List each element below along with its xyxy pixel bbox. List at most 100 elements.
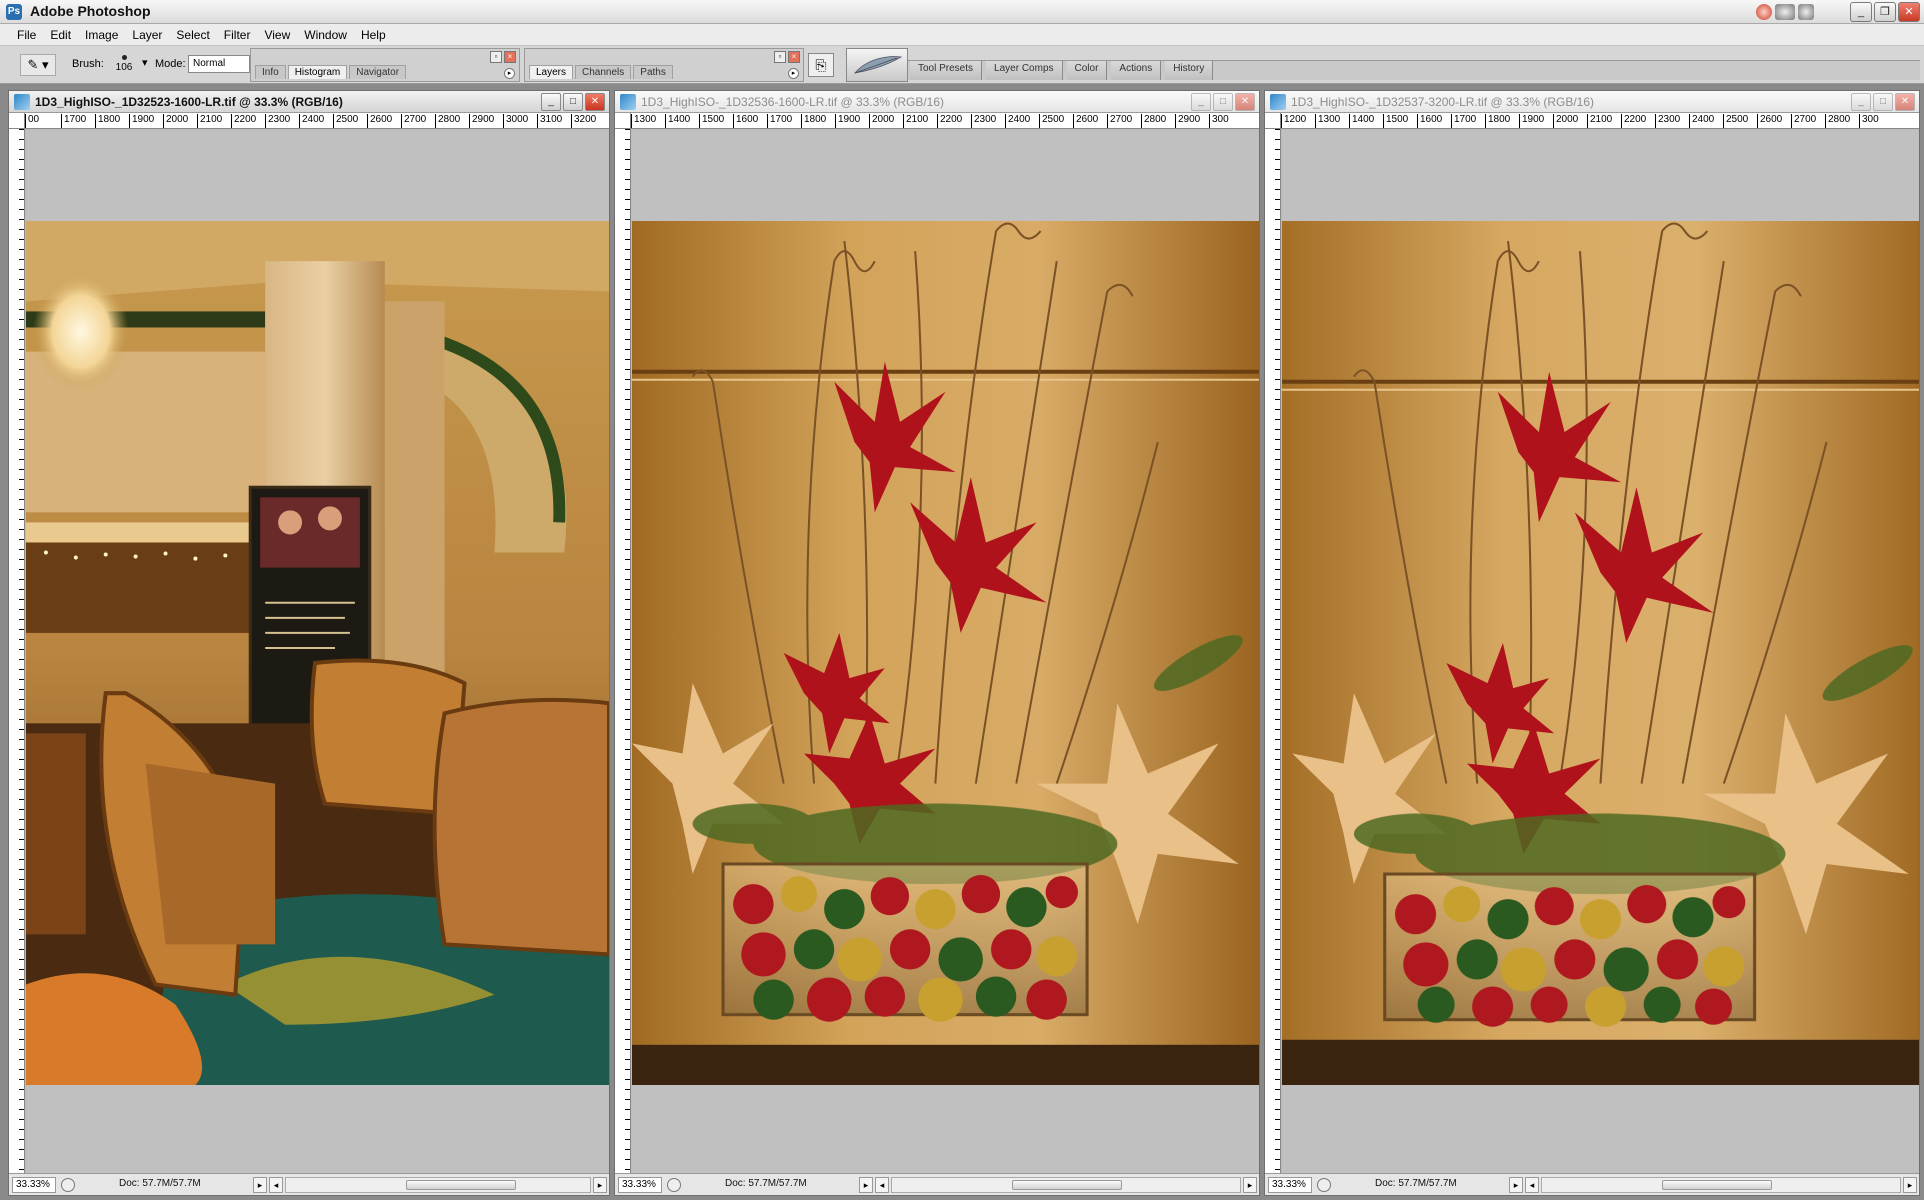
palette-menu-icon[interactable]: ▸ xyxy=(788,68,799,79)
palette-menu-icon[interactable]: ▸ xyxy=(504,68,515,79)
scroll-left-arrow[interactable]: ◂ xyxy=(269,1177,283,1193)
scrollbar-thumb[interactable] xyxy=(406,1180,516,1190)
zoom-field[interactable]: 33.33% xyxy=(12,1177,56,1193)
brush-dropdown-icon[interactable]: ▾ xyxy=(142,56,148,69)
window-controls: _ ❐ ✕ xyxy=(1850,2,1920,22)
menu-image[interactable]: Image xyxy=(78,28,125,42)
palette-well-info: ▫ × Info Histogram Navigator ▸ xyxy=(250,48,520,82)
document-canvas[interactable] xyxy=(632,130,1259,1173)
status-menu-icon[interactable] xyxy=(1317,1178,1331,1192)
palette-restore-icon[interactable]: ▫ xyxy=(774,51,786,63)
close-button[interactable]: ✕ xyxy=(1895,93,1915,111)
document-canvas[interactable] xyxy=(26,130,609,1173)
palette-close-icon[interactable]: × xyxy=(504,51,516,63)
stop-icon[interactable] xyxy=(1756,4,1772,20)
scrollbar-thumb[interactable] xyxy=(1012,1180,1122,1190)
status-arrow-icon[interactable]: ▸ xyxy=(1509,1177,1523,1193)
palette-restore-icon[interactable]: ▫ xyxy=(490,51,502,63)
photoshop-app: Ps Adobe Photoshop _ ❐ ✕ File Edit Image… xyxy=(0,0,1924,1200)
status-arrow-icon[interactable]: ▸ xyxy=(859,1177,873,1193)
file-browser-icon[interactable]: ⎘ xyxy=(808,53,834,77)
menu-layer[interactable]: Layer xyxy=(125,28,169,42)
menu-help[interactable]: Help xyxy=(354,28,393,42)
scroll-right-arrow[interactable]: ▸ xyxy=(1903,1177,1917,1193)
minimize-button[interactable]: _ xyxy=(1850,2,1872,22)
maximize-button[interactable]: □ xyxy=(1213,93,1233,111)
scroll-right-arrow[interactable]: ▸ xyxy=(1243,1177,1257,1193)
menu-window[interactable]: Window xyxy=(297,28,354,42)
ruler-label: 2400 xyxy=(1005,114,1030,128)
document-canvas[interactable] xyxy=(1282,130,1919,1173)
close-button[interactable]: ✕ xyxy=(585,93,605,111)
tab-info[interactable]: Info xyxy=(255,65,286,79)
ruler-label: 300 xyxy=(1209,114,1229,128)
close-button[interactable]: ✕ xyxy=(1235,93,1255,111)
vertical-ruler[interactable] xyxy=(615,129,631,1173)
vertical-ruler[interactable] xyxy=(1265,129,1281,1173)
ruler-label: 2200 xyxy=(937,114,962,128)
minimize-button[interactable]: _ xyxy=(541,93,561,111)
document-window-2[interactable]: 1D3_HighISO-_1D32536-1600-LR.tif @ 33.3%… xyxy=(614,90,1260,1196)
status-menu-icon[interactable] xyxy=(667,1178,681,1192)
maximize-button[interactable]: □ xyxy=(1873,93,1893,111)
tab-histogram[interactable]: Histogram xyxy=(287,65,348,79)
horizontal-ruler[interactable]: 1200 1300 1400 1500 1600 1700 1800 1900 … xyxy=(1281,113,1919,129)
document-title-bar[interactable]: 1D3_HighISO-_1D32523-1600-LR.tif @ 33.3%… xyxy=(9,91,609,113)
ruler-label: 1900 xyxy=(1519,114,1544,128)
mode-select[interactable]: Normal xyxy=(188,55,250,73)
ruler-origin[interactable] xyxy=(1265,113,1281,129)
scroll-right-arrow[interactable]: ▸ xyxy=(593,1177,607,1193)
tab-history[interactable]: History xyxy=(1165,61,1214,80)
tab-layers[interactable]: Layers xyxy=(529,65,574,79)
horizontal-ruler[interactable]: 00 1700 1800 1900 2000 2100 2200 2300 24… xyxy=(25,113,609,129)
horizontal-ruler[interactable]: 1300 1400 1500 1600 1700 1800 1900 2000 … xyxy=(631,113,1259,129)
minimize-button[interactable]: _ xyxy=(1191,93,1211,111)
ruler-label: 300 xyxy=(1859,114,1879,128)
workspace-icon[interactable] xyxy=(1775,4,1795,20)
menu-filter[interactable]: Filter xyxy=(217,28,258,42)
menu-file[interactable]: File xyxy=(10,28,43,42)
horizontal-scrollbar[interactable] xyxy=(891,1177,1241,1193)
horizontal-scrollbar[interactable] xyxy=(1541,1177,1901,1193)
close-button[interactable]: ✕ xyxy=(1898,2,1920,22)
zoom-field[interactable]: 33.33% xyxy=(1268,1177,1312,1193)
tab-layer-comps[interactable]: Layer Comps xyxy=(986,61,1063,80)
zoom-field[interactable]: 33.33% xyxy=(618,1177,662,1193)
ruler-label: 1400 xyxy=(1349,114,1374,128)
ruler-origin[interactable] xyxy=(615,113,631,129)
tab-navigator[interactable]: Navigator xyxy=(349,65,407,79)
document-window-1[interactable]: 1D3_HighISO-_1D32523-1600-LR.tif @ 33.3%… xyxy=(8,90,610,1196)
tab-color[interactable]: Color xyxy=(1066,61,1108,80)
document-status-bar: 33.33% Doc: 57.7M/57.7M ▸ ◂ ▸ xyxy=(615,1173,1259,1195)
status-arrow-icon[interactable]: ▸ xyxy=(253,1177,267,1193)
restore-button[interactable]: ❐ xyxy=(1874,2,1896,22)
ruler-label: 2500 xyxy=(333,114,358,128)
tab-channels[interactable]: Channels xyxy=(575,65,632,79)
document-window-3[interactable]: 1D3_HighISO-_1D32537-3200-LR.tif @ 33.3%… xyxy=(1264,90,1920,1196)
ruler-label: 2600 xyxy=(367,114,392,128)
ruler-label: 2300 xyxy=(971,114,996,128)
tool-preset-picker[interactable]: ✎ ▾ xyxy=(20,54,56,76)
scroll-left-arrow[interactable]: ◂ xyxy=(1525,1177,1539,1193)
document-title-bar[interactable]: 1D3_HighISO-_1D32536-1600-LR.tif @ 33.3%… xyxy=(615,91,1259,113)
menu-view[interactable]: View xyxy=(257,28,297,42)
menu-edit[interactable]: Edit xyxy=(43,28,78,42)
horizontal-scrollbar[interactable] xyxy=(285,1177,591,1193)
palette-close-icon[interactable]: × xyxy=(788,51,800,63)
scroll-left-arrow[interactable]: ◂ xyxy=(875,1177,889,1193)
maximize-button[interactable]: □ xyxy=(563,93,583,111)
ruler-label: 2300 xyxy=(1655,114,1680,128)
scrollbar-thumb[interactable] xyxy=(1662,1180,1772,1190)
brush-picker[interactable]: 106 xyxy=(110,52,138,78)
vertical-ruler[interactable] xyxy=(9,129,25,1173)
minimize-button[interactable]: _ xyxy=(1851,93,1871,111)
tab-tool-presets[interactable]: Tool Presets xyxy=(910,61,983,80)
status-menu-icon[interactable] xyxy=(61,1178,75,1192)
menu-select[interactable]: Select xyxy=(169,28,216,42)
restore-small-icon[interactable] xyxy=(1798,4,1814,20)
document-title-bar[interactable]: 1D3_HighISO-_1D32537-3200-LR.tif @ 33.3%… xyxy=(1265,91,1919,113)
adobe-feather-icon[interactable] xyxy=(846,48,908,82)
tab-paths[interactable]: Paths xyxy=(633,65,673,79)
tab-actions[interactable]: Actions xyxy=(1111,61,1162,80)
ruler-origin[interactable] xyxy=(9,113,25,129)
